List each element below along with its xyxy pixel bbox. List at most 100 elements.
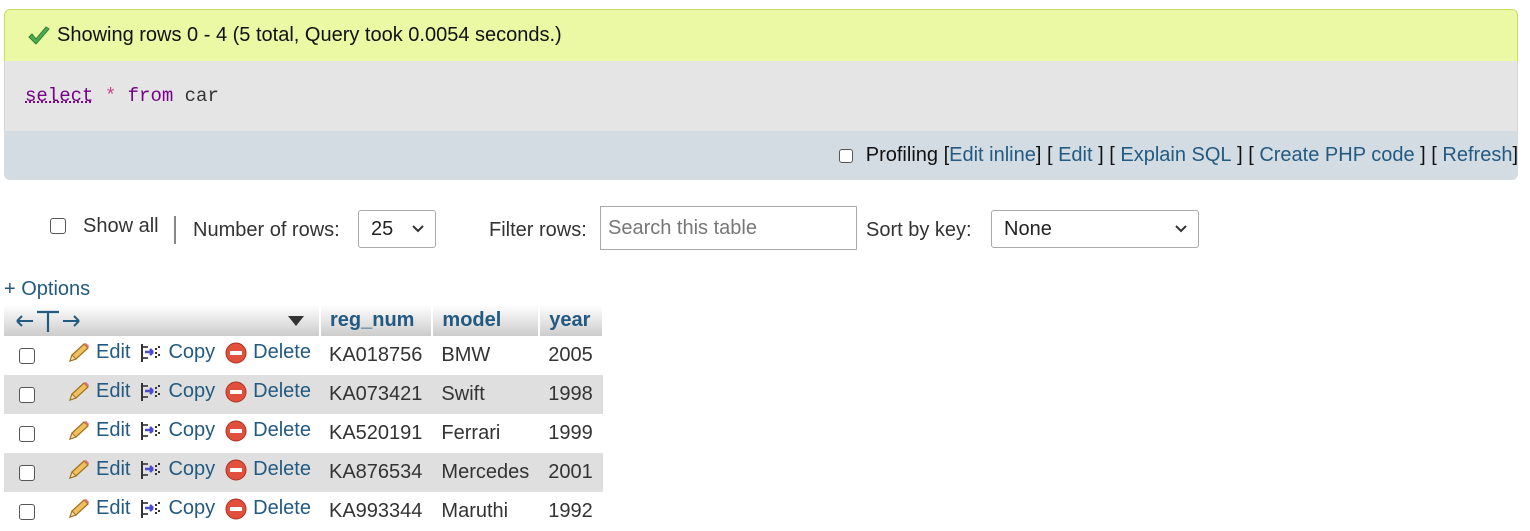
nav-divider <box>174 216 176 244</box>
chevron-down-icon <box>412 225 424 233</box>
edit-cell: Edit <box>67 336 139 375</box>
reg-num-cell[interactable]: KA073421 <box>319 375 433 414</box>
sql-keyword-select[interactable]: select <box>25 85 93 107</box>
sort-by-key-value: None <box>1004 217 1052 240</box>
copy-row-label: Copy <box>168 419 216 442</box>
sort-by-key-select[interactable]: None <box>991 210 1199 248</box>
model-cell[interactable]: Maruthi <box>432 492 539 531</box>
copy-row-button[interactable]: Copy <box>139 419 215 442</box>
column-header-year[interactable]: year <box>539 305 604 336</box>
filter-rows-search-input[interactable] <box>600 206 857 250</box>
reg-num-cell[interactable]: KA876534 <box>319 453 433 492</box>
copy-cell: Copy <box>139 414 224 453</box>
results-table: reg_num model year Edit Copy Delete KA01875… <box>4 305 604 531</box>
delete-icon <box>225 498 247 519</box>
model-cell[interactable]: BMW <box>432 336 539 375</box>
sql-table-name: car <box>184 85 219 107</box>
reg-num-cell[interactable]: KA520191 <box>320 414 432 453</box>
delete-row-label: Delete <box>253 341 311 363</box>
year-cell[interactable]: 1998 <box>539 375 603 414</box>
delete-row-button[interactable]: Delete <box>224 380 311 404</box>
delete-cell: Delete <box>224 492 320 531</box>
edit-link[interactable]: Edit <box>1058 144 1092 167</box>
copy-icon <box>141 499 161 518</box>
copy-cell: Copy <box>139 375 225 414</box>
delete-row-button[interactable]: Delete <box>224 341 311 365</box>
table-row: Edit Copy Delete KA993344 Maruthi 1992 <box>4 492 603 531</box>
query-tools-bar: Profiling [Edit inline] [ Edit ] [ Expla… <box>4 131 1518 180</box>
column-header-model[interactable]: model <box>432 305 541 336</box>
sql-query-box: select * from car <box>4 61 1518 131</box>
column-header-reg-num[interactable]: reg_num <box>319 305 434 336</box>
year-cell[interactable]: 2005 <box>539 336 603 375</box>
edit-inline-link[interactable]: Edit inline <box>949 144 1036 167</box>
edit-row-button[interactable]: Edit <box>67 458 130 481</box>
delete-cell: Delete <box>224 375 320 414</box>
model-cell[interactable]: Mercedes <box>432 453 540 492</box>
year-cell[interactable]: 2001 <box>539 453 603 492</box>
row-select-cell <box>4 414 67 453</box>
delete-icon <box>225 420 247 441</box>
explain-sql-link[interactable]: Explain SQL <box>1120 144 1231 167</box>
copy-row-label: Copy <box>168 458 216 481</box>
profiling-checkbox[interactable] <box>838 148 853 163</box>
show-all-control[interactable]: Show all <box>50 203 159 249</box>
table-row: Edit Copy Delete KA520191 Ferrari 1999 <box>4 414 603 453</box>
edit-row-label: Edit <box>96 380 131 403</box>
copy-icon <box>141 460 161 479</box>
pencil-icon <box>69 420 89 440</box>
copy-row-label: Copy <box>168 380 216 403</box>
delete-row-button[interactable]: Delete <box>224 419 311 443</box>
model-cell[interactable]: Ferrari <box>432 414 539 453</box>
reg-num-cell[interactable]: KA018756 <box>320 336 432 375</box>
delete-cell: Delete <box>224 453 320 492</box>
reg-num-cell[interactable]: KA993344 <box>320 492 432 531</box>
model-cell[interactable]: Swift <box>432 375 540 414</box>
copy-row-label: Copy <box>168 341 216 364</box>
copy-row-button[interactable]: Copy <box>139 380 215 403</box>
copy-row-button[interactable]: Copy <box>139 497 215 520</box>
delete-cell: Delete <box>224 414 320 453</box>
sort-triangle-icon[interactable] <box>287 315 305 327</box>
sort-by-key-label: Sort by key: <box>866 218 972 241</box>
create-php-code-link[interactable]: Create PHP code <box>1259 144 1414 167</box>
rows-label: Number of rows: <box>193 218 340 241</box>
rows-per-page-select[interactable]: 25 <box>358 210 436 248</box>
delete-icon <box>225 342 247 363</box>
copy-row-label: Copy <box>168 497 216 520</box>
row-checkbox[interactable] <box>19 464 35 481</box>
year-cell[interactable]: 1999 <box>539 414 603 453</box>
copy-cell: Copy <box>139 453 225 492</box>
chevron-down-icon <box>1175 225 1187 233</box>
year-cell[interactable]: 1992 <box>539 492 603 531</box>
copy-icon <box>141 421 161 440</box>
delete-row-label: Delete <box>253 458 311 480</box>
edit-row-button[interactable]: Edit <box>67 341 130 364</box>
delete-row-label: Delete <box>253 419 311 441</box>
delete-row-button[interactable]: Delete <box>224 497 311 521</box>
row-checkbox[interactable] <box>19 503 35 520</box>
table-header-row: reg_num model year <box>4 305 604 336</box>
copy-row-button[interactable]: Copy <box>139 341 215 364</box>
table-row: Edit Copy Delete KA876534 Mercedes 2001 <box>4 453 603 492</box>
row-select-cell <box>4 375 67 414</box>
row-select-cell <box>4 492 67 531</box>
profiling-label: Profiling <box>865 144 939 166</box>
refresh-link[interactable]: Refresh <box>1442 144 1512 167</box>
edit-cell: Edit <box>67 453 140 492</box>
row-checkbox[interactable] <box>19 425 35 442</box>
column-resize-arrows-icon[interactable] <box>13 309 83 333</box>
options-link[interactable]: + Options <box>4 278 90 301</box>
copy-row-button[interactable]: Copy <box>139 458 215 481</box>
row-checkbox[interactable] <box>19 347 35 364</box>
success-message-bar: Showing rows 0 - 4 (5 total, Query took … <box>4 9 1518 61</box>
row-select-cell <box>4 453 67 492</box>
show-all-checkbox[interactable] <box>50 218 66 234</box>
pencil-icon <box>69 498 89 518</box>
delete-row-button[interactable]: Delete <box>224 458 311 482</box>
edit-row-button[interactable]: Edit <box>67 419 130 442</box>
edit-row-label: Edit <box>96 497 131 520</box>
edit-row-button[interactable]: Edit <box>67 380 130 403</box>
row-checkbox[interactable] <box>19 386 35 403</box>
edit-row-button[interactable]: Edit <box>67 497 130 520</box>
